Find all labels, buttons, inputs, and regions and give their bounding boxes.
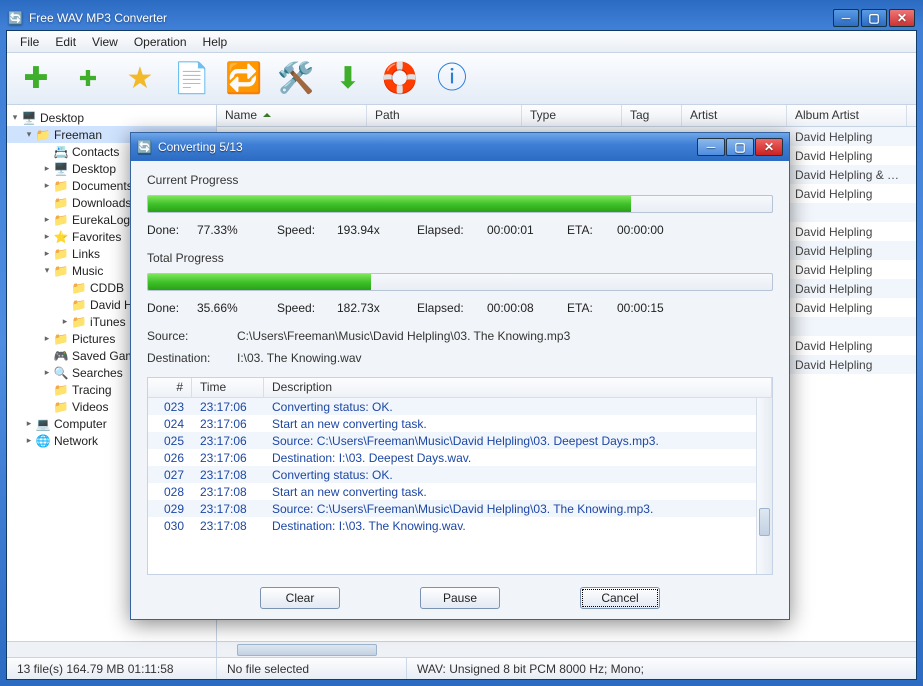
app-title: Free WAV MP3 Converter bbox=[29, 11, 167, 25]
tree-item[interactable]: ▾🖥️Desktop bbox=[7, 109, 216, 126]
clear-button[interactable]: Clear bbox=[260, 587, 340, 609]
dialog-close-button[interactable]: ✕ bbox=[755, 138, 783, 156]
minimize-button[interactable]: ─ bbox=[833, 9, 859, 27]
dialog-maximize-button[interactable]: ▢ bbox=[726, 138, 754, 156]
toolbar: ✚ ✚ ★ 📄 🔁 🛠️ ⬇ 🛟 ⓘ bbox=[7, 53, 916, 105]
column-header[interactable]: Artist bbox=[682, 105, 787, 126]
menu-operation[interactable]: Operation bbox=[127, 33, 194, 51]
status-right: WAV: Unsigned 8 bit PCM 8000 Hz; Mono; bbox=[407, 658, 916, 679]
dialog-title: Converting 5/13 bbox=[158, 140, 243, 154]
convert-button[interactable]: 🔁 bbox=[223, 58, 265, 100]
download-button[interactable]: ⬇ bbox=[327, 58, 369, 100]
log-rows[interactable]: 02323:17:06Converting status: OK.02423:1… bbox=[148, 398, 772, 574]
column-header[interactable]: Tag bbox=[622, 105, 682, 126]
log-scrollbar[interactable] bbox=[756, 398, 772, 574]
dialog-titlebar[interactable]: 🔄 Converting 5/13 ─ ▢ ✕ bbox=[131, 133, 789, 161]
dest-label: Destination: bbox=[147, 351, 237, 365]
close-button[interactable]: ✕ bbox=[889, 9, 915, 27]
current-progress-label: Current Progress bbox=[147, 173, 773, 187]
menu-view[interactable]: View bbox=[85, 33, 125, 51]
source-path: C:\Users\Freeman\Music\David Helpling\03… bbox=[237, 329, 773, 343]
settings-button[interactable]: 🛠️ bbox=[275, 58, 317, 100]
log-row[interactable]: 02423:17:06Start an new converting task. bbox=[148, 415, 772, 432]
total-stats: Done:35.66% Speed:182.73x Elapsed:00:00:… bbox=[147, 301, 773, 315]
dialog-minimize-button[interactable]: ─ bbox=[697, 138, 725, 156]
add-folder-button[interactable]: ✚ bbox=[67, 58, 109, 100]
current-progress-bar bbox=[147, 195, 773, 213]
source-label: Source: bbox=[147, 329, 237, 343]
column-header[interactable]: Path bbox=[367, 105, 522, 126]
favorites-button[interactable]: ★ bbox=[119, 58, 161, 100]
status-mid: No file selected bbox=[217, 658, 407, 679]
log-row[interactable]: 02323:17:06Converting status: OK. bbox=[148, 398, 772, 415]
menubar: File Edit View Operation Help bbox=[7, 31, 916, 53]
scroll-thumb[interactable] bbox=[237, 644, 377, 656]
dialog-icon: 🔄 bbox=[137, 140, 152, 154]
wav-doc-button[interactable]: 📄 bbox=[171, 58, 213, 100]
help-button[interactable]: 🛟 bbox=[379, 58, 421, 100]
total-progress-label: Total Progress bbox=[147, 251, 773, 265]
log-row[interactable]: 02723:17:08Converting status: OK. bbox=[148, 466, 772, 483]
maximize-button[interactable]: ▢ bbox=[861, 9, 887, 27]
log-row[interactable]: 02823:17:08Start an new converting task. bbox=[148, 483, 772, 500]
log-panel: # Time Description 02323:17:06Converting… bbox=[147, 377, 773, 575]
log-scroll-thumb[interactable] bbox=[759, 508, 770, 536]
app-icon: 🔄 bbox=[8, 11, 23, 25]
converting-dialog: 🔄 Converting 5/13 ─ ▢ ✕ Current Progress… bbox=[130, 132, 790, 620]
log-header[interactable]: # Time Description bbox=[148, 378, 772, 398]
log-row[interactable]: 02523:17:06Source: C:\Users\Freeman\Musi… bbox=[148, 432, 772, 449]
status-left: 13 file(s) 164.79 MB 01:11:58 bbox=[7, 658, 217, 679]
horizontal-scrollbar[interactable] bbox=[217, 641, 916, 657]
dest-path: I:\03. The Knowing.wav bbox=[237, 351, 773, 365]
menu-help[interactable]: Help bbox=[196, 33, 235, 51]
current-stats: Done:77.33% Speed:193.94x Elapsed:00:00:… bbox=[147, 223, 773, 237]
about-button[interactable]: ⓘ bbox=[431, 58, 473, 100]
dialog-actions: Clear Pause Cancel bbox=[147, 579, 773, 613]
pause-button[interactable]: Pause bbox=[420, 587, 500, 609]
column-header[interactable]: Type bbox=[522, 105, 622, 126]
column-header[interactable]: Name bbox=[217, 105, 367, 126]
total-progress-bar bbox=[147, 273, 773, 291]
column-header[interactable]: Album Artist bbox=[787, 105, 907, 126]
menu-file[interactable]: File bbox=[13, 33, 46, 51]
cancel-button[interactable]: Cancel bbox=[580, 587, 660, 609]
log-row[interactable]: 03023:17:08Destination: I:\03. The Knowi… bbox=[148, 517, 772, 534]
log-row[interactable]: 02623:17:06Destination: I:\03. Deepest D… bbox=[148, 449, 772, 466]
menu-edit[interactable]: Edit bbox=[48, 33, 83, 51]
column-headers[interactable]: NamePathTypeTagArtistAlbum Artist bbox=[217, 105, 916, 127]
add-files-button[interactable]: ✚ bbox=[15, 58, 57, 100]
log-row[interactable]: 02923:17:08Source: C:\Users\Freeman\Musi… bbox=[148, 500, 772, 517]
titlebar[interactable]: 🔄 Free WAV MP3 Converter ─ ▢ ✕ bbox=[6, 6, 917, 30]
status-bar: 13 file(s) 164.79 MB 01:11:58 No file se… bbox=[7, 657, 916, 679]
